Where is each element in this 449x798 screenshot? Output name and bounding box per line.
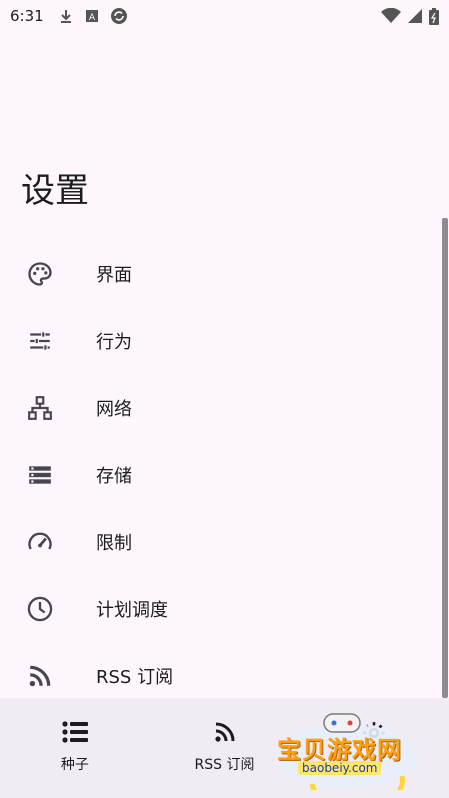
storage-icon bbox=[25, 460, 55, 490]
status-bar: 6:31 A bbox=[0, 0, 449, 32]
settings-item-label: 行为 bbox=[96, 331, 132, 353]
nav-item-label: RSS 订阅 bbox=[194, 757, 255, 773]
sync-circle-icon bbox=[110, 8, 127, 24]
clock-icon bbox=[25, 594, 55, 624]
settings-item-network[interactable]: 网络 bbox=[0, 374, 441, 441]
settings-item-label: 存储 bbox=[96, 465, 132, 487]
settings-item-storage[interactable]: 存储 bbox=[0, 441, 441, 508]
status-icons-left: A bbox=[58, 7, 128, 25]
status-time: 6:31 bbox=[10, 7, 44, 25]
battery-icon bbox=[429, 7, 439, 25]
a-box-icon: A bbox=[85, 10, 98, 23]
watermark-url: baobeiy.com bbox=[298, 761, 382, 775]
settings-item-interface[interactable]: 界面 bbox=[0, 240, 441, 307]
settings-item-limits[interactable]: 限制 bbox=[0, 508, 441, 575]
rss-icon bbox=[25, 661, 55, 691]
nav-item-label: 种子 bbox=[60, 757, 89, 773]
speedometer-icon bbox=[25, 527, 55, 557]
settings-item-label: 计划调度 bbox=[96, 599, 168, 621]
cellular-icon bbox=[408, 9, 422, 23]
settings-item-label: 限制 bbox=[96, 532, 132, 554]
settings-item-label: 界面 bbox=[96, 264, 132, 286]
settings-item-behavior[interactable]: 行为 bbox=[0, 307, 441, 374]
svg-text:A: A bbox=[89, 13, 96, 23]
list-icon bbox=[62, 721, 88, 743]
scrollbar[interactable] bbox=[442, 218, 448, 698]
tune-sliders-icon bbox=[25, 326, 55, 356]
download-icon bbox=[60, 10, 71, 23]
status-icons-right bbox=[381, 7, 439, 25]
settings-item-label: 网络 bbox=[96, 398, 132, 420]
settings-list: 界面 行为 网络 存储 限制 计划调度 RSS 订阅 bbox=[0, 240, 441, 709]
rss-icon bbox=[214, 722, 234, 742]
network-tree-icon bbox=[25, 393, 55, 423]
palette-icon bbox=[25, 259, 55, 289]
wifi-icon bbox=[381, 8, 401, 23]
settings-item-schedule[interactable]: 计划调度 bbox=[0, 575, 441, 642]
nav-item-torrents[interactable]: 种子 bbox=[0, 698, 150, 798]
watermark-text: 宝贝游戏网 bbox=[277, 736, 402, 764]
settings-item-label: RSS 订阅 bbox=[96, 666, 174, 688]
page-title: 设置 bbox=[21, 171, 89, 211]
